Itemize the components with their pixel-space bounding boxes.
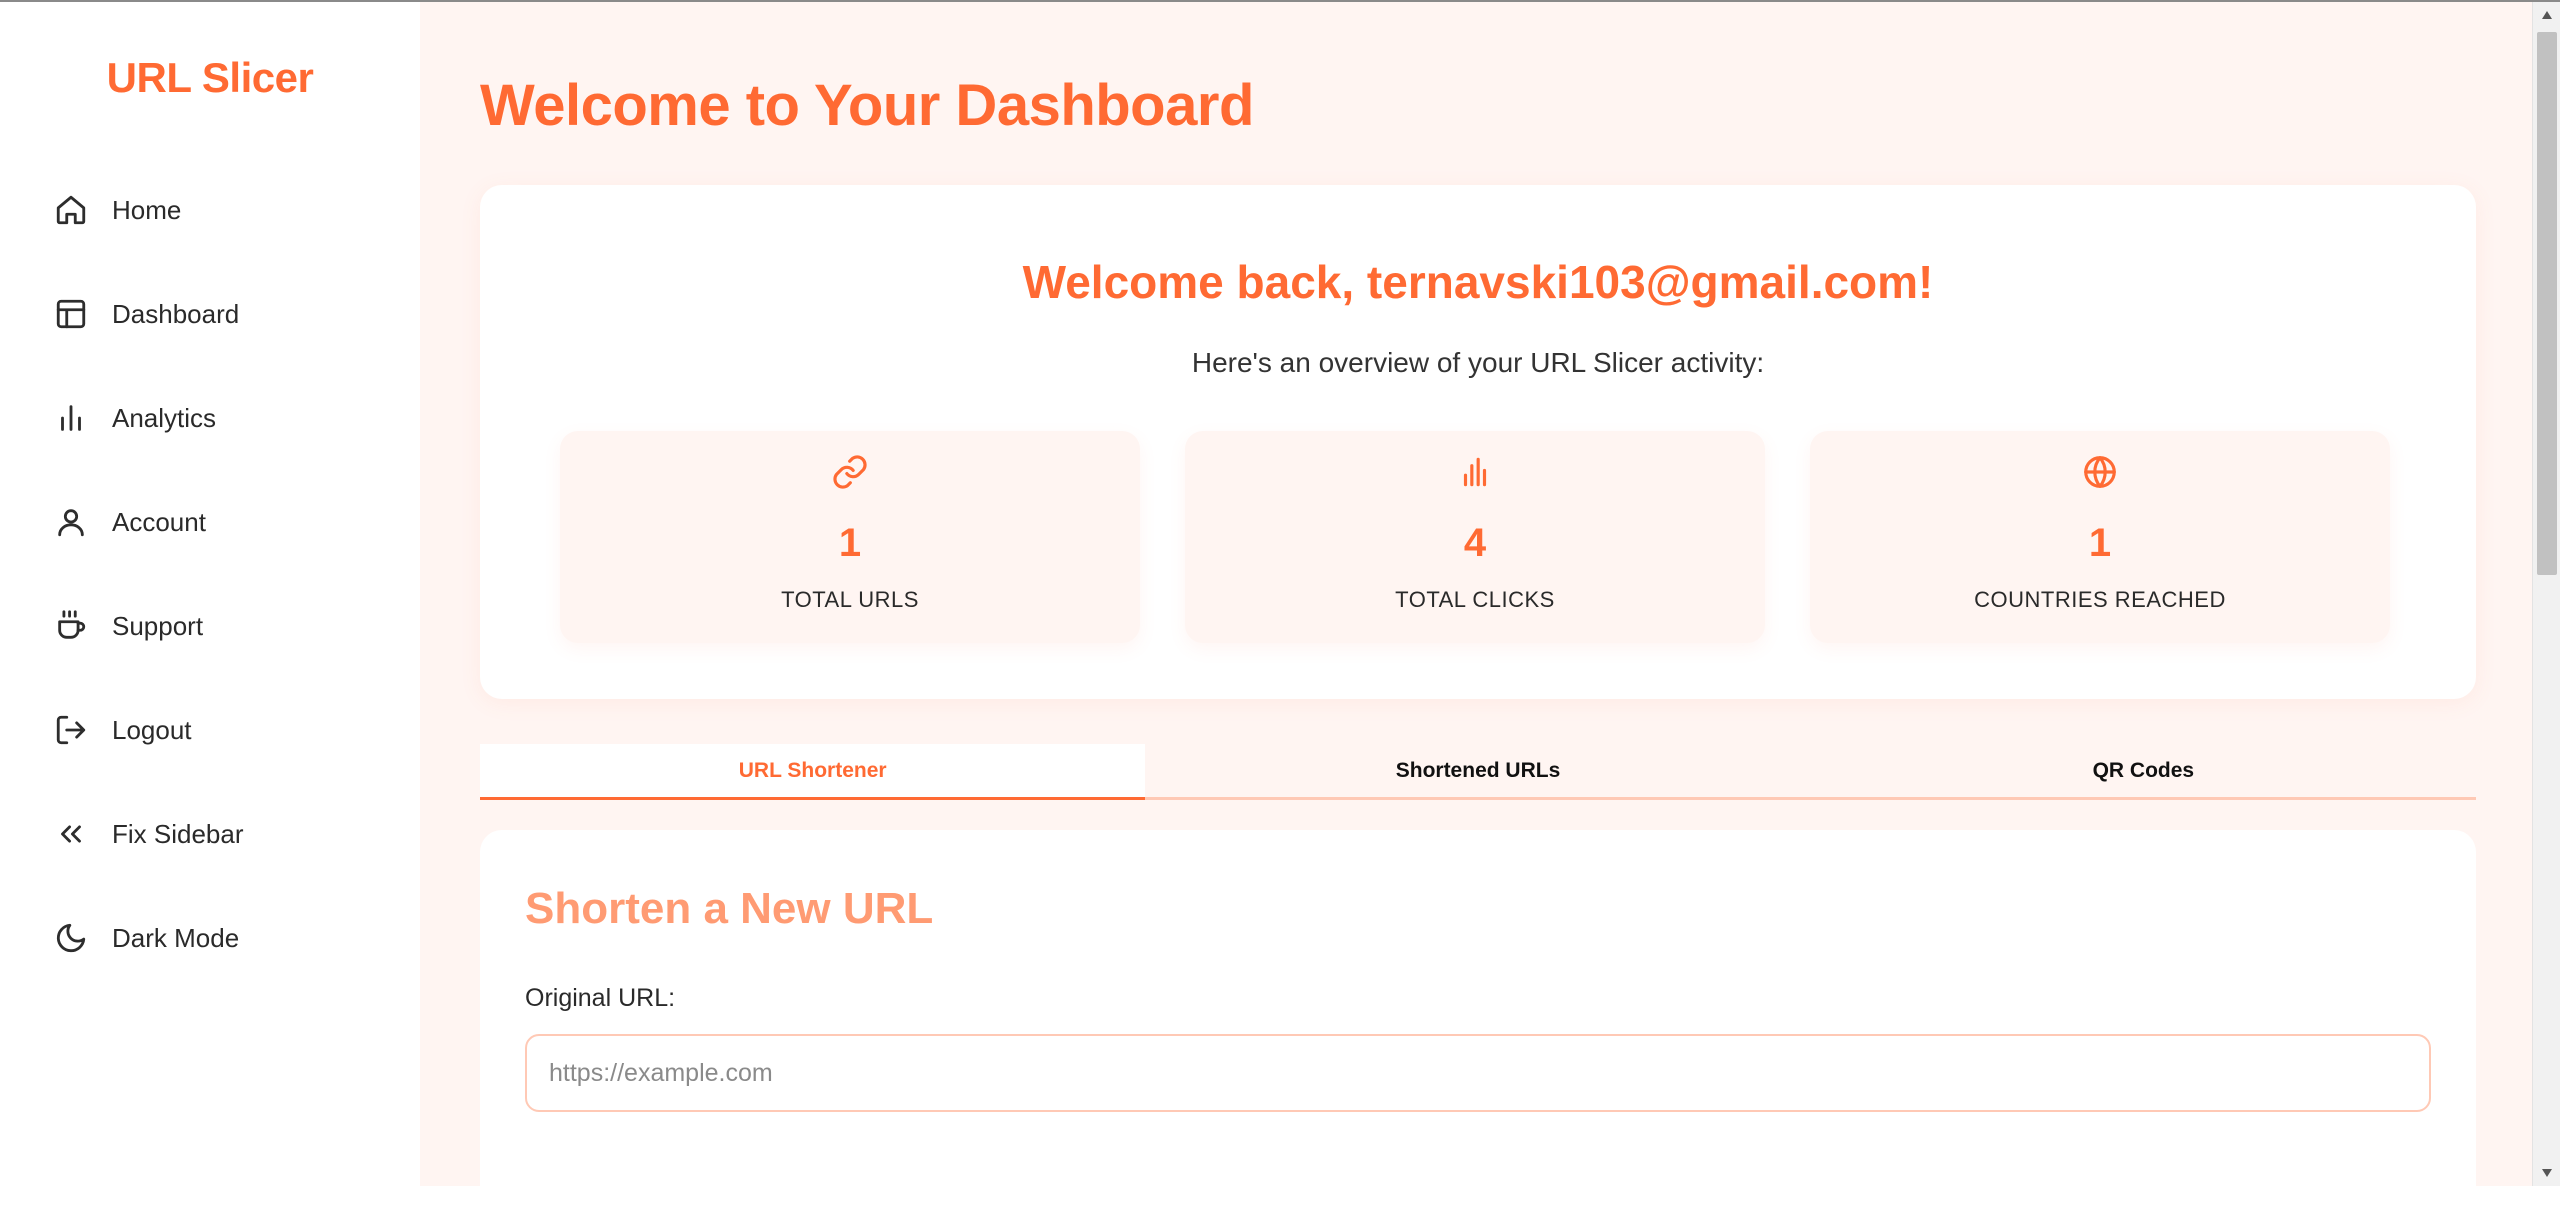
- sidebar-item-label: Support: [112, 610, 204, 641]
- tab-qr-codes[interactable]: QR Codes: [1811, 744, 2476, 797]
- sidebar-item-logout[interactable]: Logout: [0, 702, 420, 758]
- bar-chart-icon: [1185, 453, 1765, 491]
- welcome-heading: Welcome back, ternavski103@gmail.com!: [1022, 256, 1934, 308]
- stat-card-countries-reached: 1 COUNTRIES REACHED: [1810, 431, 2390, 643]
- globe-icon: [1810, 453, 2390, 491]
- sidebar: URL Slicer Home Dashboard Analytics Acco…: [0, 2, 420, 1186]
- stat-card-total-urls: 1 TOTAL URLS: [560, 431, 1140, 643]
- chevrons-left-icon: [54, 817, 88, 851]
- sidebar-item-label: Account: [112, 506, 206, 537]
- scroll-down-arrow-icon[interactable]: [2533, 1160, 2560, 1186]
- stat-value: 4: [1463, 521, 1487, 565]
- moon-icon: [54, 921, 88, 955]
- shorten-url-card: Shorten a New URL Original URL:: [480, 830, 2476, 1210]
- sidebar-item-label: Dashboard: [112, 298, 240, 329]
- stat-value: 1: [2088, 521, 2112, 565]
- sidebar-item-label: Dark Mode: [112, 922, 240, 953]
- user-icon: [54, 505, 88, 539]
- home-icon: [54, 193, 88, 227]
- stat-caption: TOTAL CLICKS: [1395, 587, 1555, 612]
- tab-shortened-urls[interactable]: Shortened URLs: [1145, 744, 1810, 797]
- stat-card-total-clicks: 4 TOTAL CLICKS: [1185, 431, 1765, 643]
- vertical-scrollbar[interactable]: [2532, 2, 2560, 1186]
- original-url-label: Original URL:: [525, 984, 676, 1012]
- sidebar-item-fix-sidebar[interactable]: Fix Sidebar: [0, 806, 420, 862]
- stat-caption: COUNTRIES REACHED: [1974, 587, 2226, 612]
- logout-icon: [54, 713, 88, 747]
- sidebar-nav: Home Dashboard Analytics Account Support: [0, 182, 420, 1014]
- shorten-title: Shorten a New URL: [525, 884, 934, 933]
- page-title: Welcome to Your Dashboard: [480, 73, 1254, 138]
- welcome-subtitle: Here's an overview of your URL Slicer ac…: [1191, 347, 1765, 378]
- sidebar-item-dark-mode[interactable]: Dark Mode: [0, 910, 420, 966]
- welcome-card: Welcome back, ternavski103@gmail.com! He…: [480, 185, 2476, 699]
- layout-icon: [54, 297, 88, 331]
- sidebar-item-label: Fix Sidebar: [112, 818, 244, 849]
- stat-value: 1: [838, 521, 862, 565]
- scrollbar-thumb[interactable]: [2537, 32, 2557, 575]
- coffee-icon: [54, 609, 88, 643]
- sidebar-item-support[interactable]: Support: [0, 598, 420, 654]
- sidebar-item-label: Home: [112, 194, 182, 225]
- tab-bar: URL Shortener Shortened URLs QR Codes: [480, 744, 2476, 800]
- sidebar-item-label: Logout: [112, 714, 192, 745]
- sidebar-item-home[interactable]: Home: [0, 182, 420, 238]
- main-content: Welcome to Your Dashboard Welcome back, …: [420, 2, 2532, 1210]
- sidebar-item-account[interactable]: Account: [0, 494, 420, 550]
- sidebar-item-analytics[interactable]: Analytics: [0, 390, 420, 446]
- link-icon: [560, 453, 1140, 491]
- sidebar-item-label: Analytics: [112, 402, 217, 433]
- brand-logo[interactable]: URL Slicer: [0, 54, 420, 102]
- scroll-up-arrow-icon[interactable]: [2533, 2, 2560, 28]
- stat-caption: TOTAL URLS: [781, 587, 919, 612]
- original-url-input[interactable]: [525, 1034, 2431, 1112]
- tab-url-shortener[interactable]: URL Shortener: [480, 744, 1146, 800]
- sidebar-item-dashboard[interactable]: Dashboard: [0, 286, 420, 342]
- bar-chart-icon: [54, 401, 88, 435]
